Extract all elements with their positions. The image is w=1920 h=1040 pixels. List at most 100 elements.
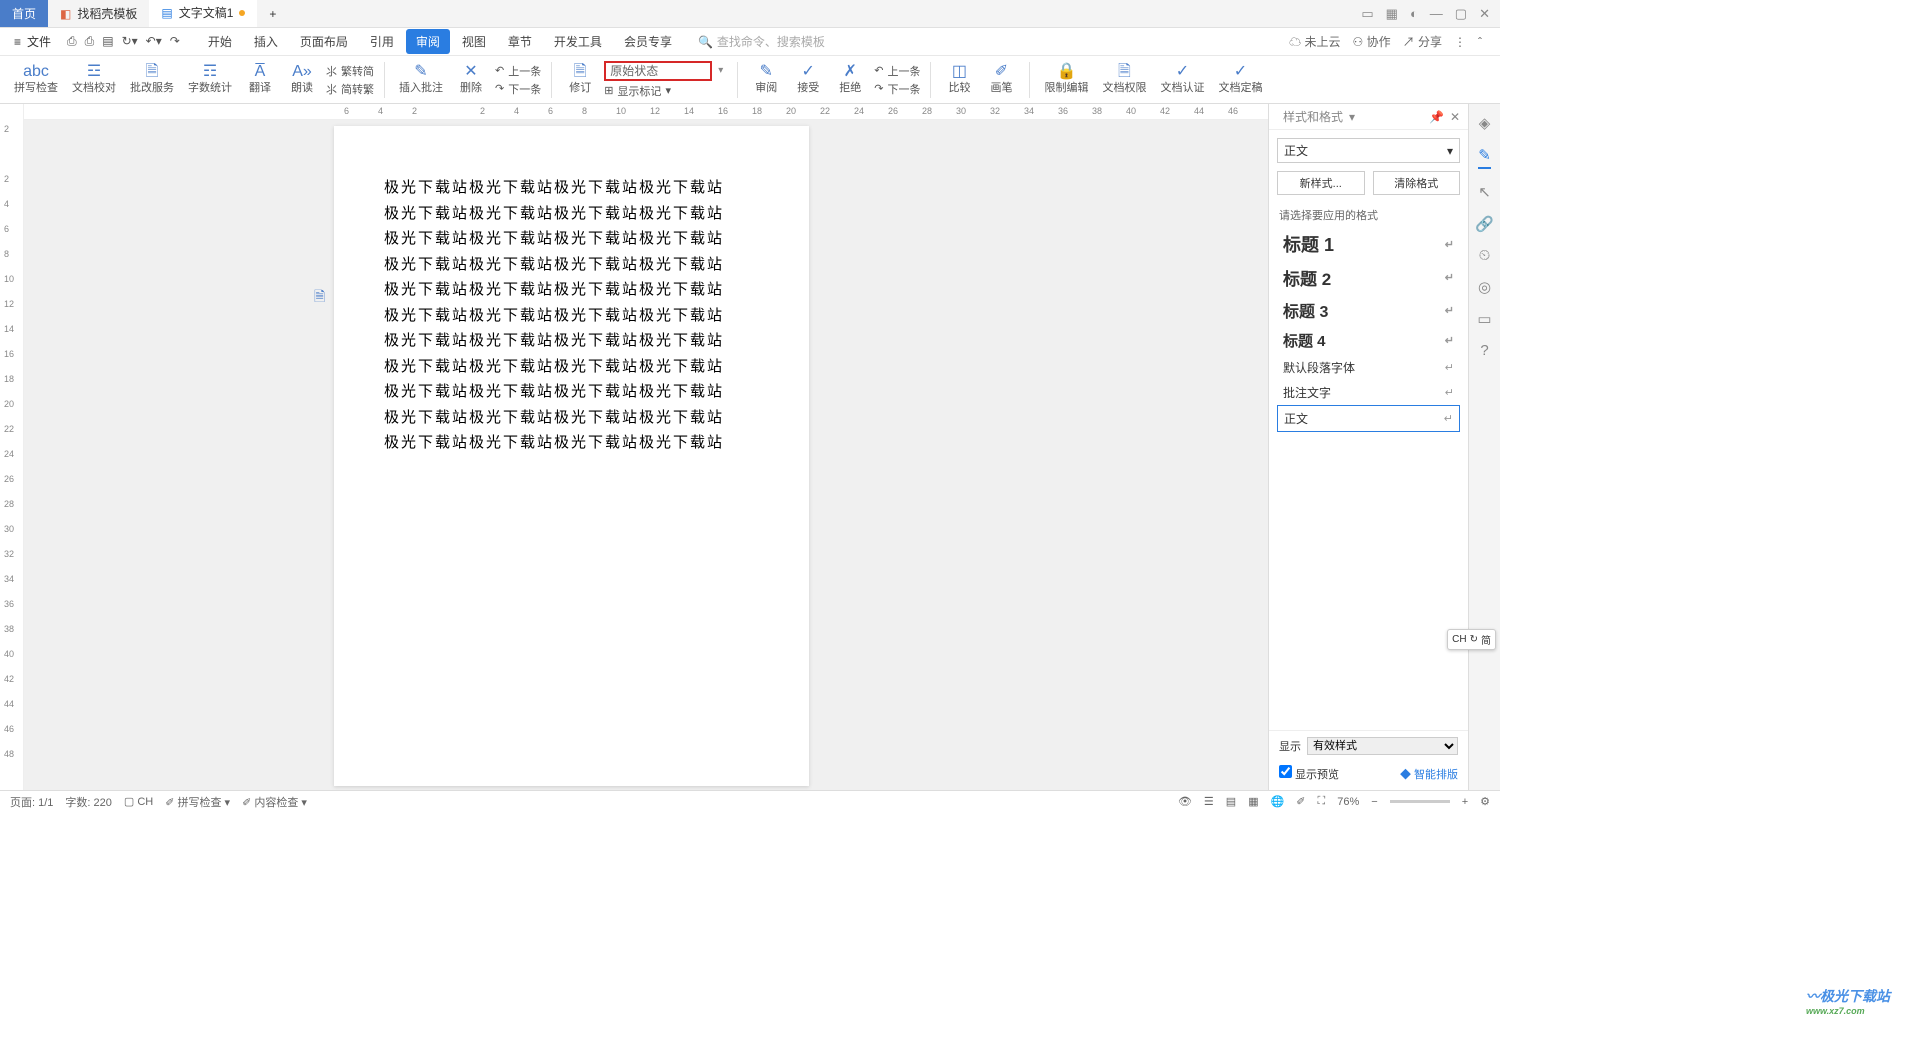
- doc-line[interactable]: 极光下载站极光下载站极光下载站极光下载站: [384, 304, 759, 330]
- fit-icon[interactable]: ⛶: [1318, 795, 1326, 808]
- review-button[interactable]: ✎审阅: [748, 63, 784, 95]
- revise-button[interactable]: 🗎修订: [562, 63, 598, 95]
- menu-tab-6[interactable]: 章节: [498, 29, 542, 54]
- style-filter-select[interactable]: 有效样式: [1307, 737, 1458, 755]
- doc-line[interactable]: 极光下载站极光下载站极光下载站极光下载站: [384, 329, 759, 355]
- prev-comment-button[interactable]: ↶上一条: [495, 63, 541, 79]
- document-body[interactable]: 极光下载站极光下载站极光下载站极光下载站极光下载站极光下载站极光下载站极光下载站…: [334, 126, 809, 507]
- zoom-value[interactable]: 76%: [1337, 796, 1359, 808]
- view-mode5-icon[interactable]: ✐: [1296, 795, 1305, 808]
- style-item[interactable]: 标题 2↵: [1277, 261, 1460, 294]
- document-page[interactable]: 极光下载站极光下载站极光下载站极光下载站极光下载站极光下载站极光下载站极光下载站…: [334, 126, 809, 786]
- refresh-icon[interactable]: ↻▾: [122, 34, 138, 49]
- authenticate-button[interactable]: ✓文档认证: [1156, 63, 1208, 95]
- style-item[interactable]: 标题 3↵: [1277, 294, 1460, 326]
- help-icon[interactable]: ?: [1480, 342, 1488, 359]
- reject-button[interactable]: ✗拒绝: [832, 63, 868, 95]
- doc-line[interactable]: 极光下载站极光下载站极光下载站极光下载站: [384, 355, 759, 381]
- doc-line[interactable]: 极光下载站极光下载站极光下载站极光下载站: [384, 227, 759, 253]
- zoom-in-icon[interactable]: +: [1462, 796, 1468, 808]
- menu-tab-2[interactable]: 页面布局: [290, 29, 358, 54]
- eye-icon[interactable]: 👁: [1178, 795, 1192, 808]
- next-change-button[interactable]: ↷下一条: [874, 81, 920, 97]
- undo-icon[interactable]: ↶▾: [146, 34, 162, 49]
- pin-icon[interactable]: 📌: [1429, 110, 1444, 124]
- style-item[interactable]: 批注文字↵: [1277, 380, 1460, 405]
- settings-icon[interactable]: ⚙: [1480, 795, 1490, 808]
- chevron-up-icon[interactable]: ˆ: [1478, 35, 1482, 49]
- current-style-select[interactable]: 正文 ▾: [1277, 138, 1460, 163]
- clear-format-button[interactable]: 清除格式: [1373, 171, 1461, 195]
- brush-button[interactable]: ✐画笔: [983, 63, 1019, 95]
- menu-tab-3[interactable]: 引用: [360, 29, 404, 54]
- spellcheck-button[interactable]: abc拼写检查: [10, 63, 62, 95]
- format-brush-icon[interactable]: ✎: [1478, 146, 1491, 169]
- status-words[interactable]: 字数: 220: [65, 794, 111, 810]
- tab-doc1[interactable]: ▤ 文字文稿1: [149, 0, 257, 27]
- status-content-check[interactable]: ✐ 内容检查 ▾: [242, 794, 307, 810]
- zoom-slider[interactable]: [1390, 800, 1450, 803]
- tab-templates[interactable]: ◧ 找稻壳模板: [48, 0, 149, 27]
- grid1-icon[interactable]: ▭: [1361, 6, 1373, 22]
- doc-line[interactable]: 极光下载站极光下载站极光下载站极光下载站: [384, 431, 759, 457]
- doc-line[interactable]: 极光下载站极光下载站极光下载站极光下载站: [384, 176, 759, 202]
- status-page[interactable]: 页面: 1/1: [10, 794, 53, 810]
- chevron-down-icon[interactable]: ▾: [714, 65, 727, 76]
- doc-line[interactable]: 极光下载站极光下载站极光下载站极光下载站: [384, 202, 759, 228]
- revision-state-select[interactable]: 原始状态: [604, 61, 712, 81]
- zoom-out-icon[interactable]: −: [1371, 796, 1377, 808]
- delete-comment-button[interactable]: ✕删除: [453, 63, 489, 95]
- grid2-icon[interactable]: ▦: [1386, 6, 1398, 22]
- menu-tab-4[interactable]: 审阅: [406, 29, 450, 54]
- doc-line[interactable]: 极光下载站极光下载站极光下载站极光下载站: [384, 278, 759, 304]
- minimize-icon[interactable]: —: [1430, 6, 1443, 21]
- menu-tab-8[interactable]: 会员专享: [614, 29, 682, 54]
- view-mode3-icon[interactable]: ▦: [1248, 795, 1258, 808]
- menu-tab-7[interactable]: 开发工具: [544, 29, 612, 54]
- restrict-edit-button[interactable]: 🔒限制编辑: [1040, 63, 1092, 95]
- new-style-button[interactable]: 新样式...: [1277, 171, 1365, 195]
- link-icon[interactable]: 🔗: [1475, 215, 1494, 233]
- style-item[interactable]: 标题 4↵: [1277, 326, 1460, 355]
- proofread-button[interactable]: ☲文档校对: [68, 63, 120, 95]
- finalize-button[interactable]: ✓文档定稿: [1214, 63, 1266, 95]
- avatar-icon[interactable]: ◐: [1410, 6, 1418, 21]
- cloud-status[interactable]: ☁ 未上云: [1289, 33, 1340, 50]
- accept-button[interactable]: ✓接受: [790, 63, 826, 95]
- doc-line[interactable]: 极光下载站极光下载站极光下载站极光下载站: [384, 380, 759, 406]
- smart-layout-link[interactable]: ◆ 智能排版: [1400, 766, 1458, 782]
- menu-tab-0[interactable]: 开始: [198, 29, 242, 54]
- location-icon[interactable]: ◎: [1478, 278, 1491, 296]
- view-mode1-icon[interactable]: ☰: [1204, 795, 1214, 808]
- collab-button[interactable]: ⚇ 协作: [1353, 33, 1391, 50]
- style-item[interactable]: 标题 1↵: [1277, 227, 1460, 261]
- status-lang[interactable]: ▢ CH: [124, 795, 153, 808]
- close-icon[interactable]: ✕: [1479, 6, 1490, 22]
- menu-hamburger[interactable]: ≡ 文件: [8, 33, 57, 50]
- next-comment-button[interactable]: ↷下一条: [495, 81, 541, 97]
- menu-tab-5[interactable]: 视图: [452, 29, 496, 54]
- close-panel-icon[interactable]: ✕: [1450, 110, 1460, 124]
- read-button[interactable]: A»朗读: [284, 63, 320, 95]
- diamond-icon[interactable]: ◈: [1479, 114, 1491, 132]
- insert-comment-button[interactable]: ✎插入批注: [395, 63, 447, 95]
- compare-button[interactable]: ◫比较: [941, 63, 977, 95]
- status-spellcheck[interactable]: ✐ 拼写检查 ▾: [165, 794, 230, 810]
- save-icon[interactable]: ⎙: [67, 34, 77, 49]
- page-comment-icon[interactable]: 🗎: [314, 286, 325, 310]
- book-icon[interactable]: ▭: [1477, 310, 1491, 328]
- trad-to-simp-button[interactable]: ⺢繁转简: [326, 63, 374, 79]
- review-service-button[interactable]: 🗎批改服务: [126, 63, 178, 95]
- menu-tab-1[interactable]: 插入: [244, 29, 288, 54]
- cursor-icon[interactable]: ↖: [1478, 183, 1491, 201]
- command-search[interactable]: 🔍 查找命令、搜索模板: [698, 33, 825, 50]
- style-item[interactable]: 默认段落字体↵: [1277, 355, 1460, 380]
- preview-checkbox[interactable]: 显示预览: [1279, 765, 1339, 782]
- share-button[interactable]: ↗ 分享: [1403, 33, 1442, 50]
- maximize-icon[interactable]: ▢: [1455, 6, 1467, 22]
- print-icon[interactable]: ⎙: [85, 34, 95, 49]
- translate-button[interactable]: A̅翻译: [242, 63, 278, 95]
- style-item[interactable]: 正文↵: [1277, 405, 1460, 432]
- permission-button[interactable]: 🗎文档权限: [1098, 63, 1150, 95]
- doc-line[interactable]: 极光下载站极光下载站极光下载站极光下载站: [384, 253, 759, 279]
